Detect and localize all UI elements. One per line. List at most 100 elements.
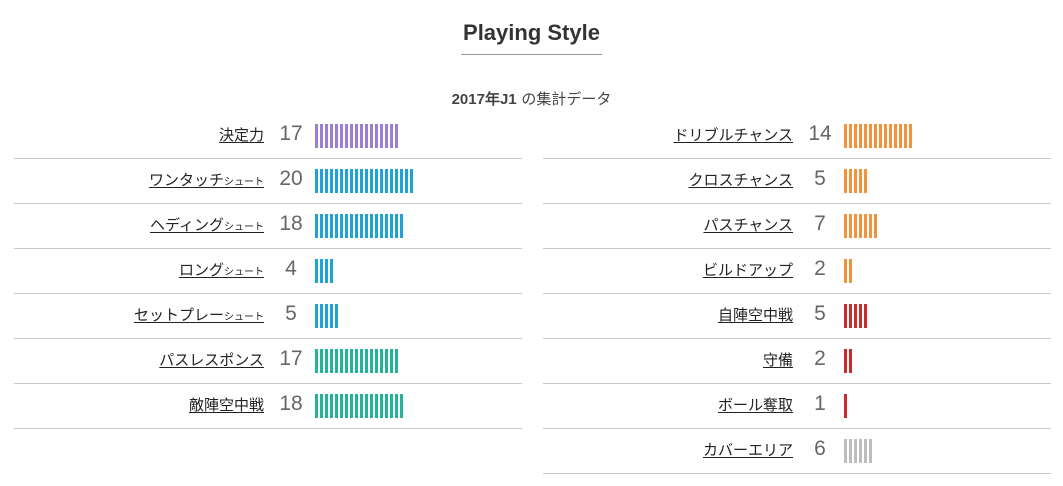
bar-segment: [849, 214, 852, 238]
bar-segment: [849, 259, 852, 283]
stat-label-text: ボール奪取: [717, 396, 793, 414]
stat-bar: [315, 124, 398, 148]
bar-segment: [864, 124, 867, 148]
stat-label-text: クロスチャンス: [688, 171, 793, 189]
stat-label-text: 自陣空中戦: [717, 306, 793, 324]
stat-label-link[interactable]: ビルドアップ: [703, 259, 793, 280]
bar-segment: [375, 124, 378, 148]
bar-segment: [355, 214, 358, 238]
stat-row: ロングシュート 4: [14, 249, 522, 294]
subtitle-text: の集計データ: [516, 90, 612, 108]
bar-segment: [350, 349, 353, 373]
stat-row: 自陣空中戦 5: [543, 294, 1051, 339]
bar-segment: [375, 394, 378, 418]
stat-bar: [315, 259, 333, 283]
stat-row: ワンタッチシュート 20: [14, 159, 522, 204]
bar-segment: [400, 169, 403, 193]
bar-segment: [315, 214, 318, 238]
stat-label-link[interactable]: 敵陣空中戦: [189, 394, 264, 415]
bar-segment: [335, 214, 338, 238]
bar-segment: [355, 169, 358, 193]
stat-label-link[interactable]: ヘディングシュート: [150, 214, 264, 235]
bar-segment: [335, 169, 338, 193]
bar-segment: [380, 349, 383, 373]
bar-segment: [340, 214, 343, 238]
stat-label-text: ドリブルチャンス: [673, 126, 793, 144]
stat-label-link[interactable]: ロングシュート: [179, 259, 264, 280]
stat-bar: [315, 169, 413, 193]
stat-bar: [844, 349, 852, 373]
stat-label-suffix: シュート: [224, 312, 264, 323]
bar-segment: [365, 124, 368, 148]
bar-segment: [315, 349, 318, 373]
bar-segment: [350, 394, 353, 418]
stat-label-link[interactable]: 自陣空中戦: [718, 304, 793, 325]
bar-segment: [400, 214, 403, 238]
bar-segment: [345, 214, 348, 238]
bar-segment: [365, 214, 368, 238]
bar-segment: [355, 349, 358, 373]
bar-segment: [345, 394, 348, 418]
stat-label-link[interactable]: ドリブルチャンス: [673, 124, 793, 145]
stat-row: ビルドアップ 2: [543, 249, 1051, 294]
stat-label-link[interactable]: セットプレーシュート: [134, 304, 264, 325]
stat-row: カバーエリア 6: [543, 429, 1051, 474]
bar-segment: [330, 169, 333, 193]
stat-label-text: パスレスポンス: [159, 351, 264, 369]
stat-row: クロスチャンス 5: [543, 159, 1051, 204]
stat-label-text: ワンタッチ: [148, 171, 224, 189]
stat-label-link[interactable]: パスレスポンス: [159, 349, 264, 370]
bar-segment: [849, 124, 852, 148]
stat-value: 17: [279, 122, 303, 145]
bar-segment: [320, 214, 323, 238]
stat-label-text: 守備: [762, 351, 793, 369]
stat-label-link[interactable]: パスチャンス: [703, 214, 793, 235]
bar-segment: [335, 349, 338, 373]
bar-segment: [350, 169, 353, 193]
bar-segment: [844, 124, 847, 148]
stat-bar: [315, 304, 338, 328]
stat-label-link[interactable]: クロスチャンス: [688, 169, 793, 190]
stat-label-link[interactable]: 守備: [763, 349, 793, 370]
bar-segment: [375, 169, 378, 193]
bar-segment: [325, 304, 328, 328]
bar-segment: [859, 169, 862, 193]
stat-bar: [844, 259, 852, 283]
stat-value: 4: [285, 257, 297, 280]
bar-segment: [385, 124, 388, 148]
bar-segment: [325, 169, 328, 193]
stat-label-link[interactable]: カバーエリア: [703, 439, 793, 460]
bar-segment: [864, 169, 867, 193]
bar-segment: [390, 349, 393, 373]
bar-segment: [315, 169, 318, 193]
bar-segment: [355, 124, 358, 148]
stat-row: ヘディングシュート 18: [14, 204, 522, 249]
bar-segment: [869, 439, 872, 463]
stat-label-text: 決定力: [218, 126, 264, 144]
stat-value: 5: [285, 302, 297, 325]
stat-value: 18: [279, 212, 303, 235]
bar-segment: [335, 304, 338, 328]
bar-segment: [330, 304, 333, 328]
bar-segment: [320, 124, 323, 148]
stat-value: 2: [814, 347, 826, 370]
bar-segment: [854, 214, 857, 238]
bar-segment: [315, 394, 318, 418]
bar-segment: [340, 349, 343, 373]
bar-segment: [340, 169, 343, 193]
bar-segment: [315, 304, 318, 328]
stat-label-text: セットプレー: [133, 306, 224, 324]
bar-segment: [844, 214, 847, 238]
bar-segment: [854, 304, 857, 328]
bar-segment: [380, 169, 383, 193]
bar-segment: [859, 124, 862, 148]
stat-label-link[interactable]: ボール奪取: [718, 394, 793, 415]
bar-segment: [395, 349, 398, 373]
bar-segment: [330, 259, 333, 283]
stat-label-link[interactable]: ワンタッチシュート: [149, 169, 264, 190]
stat-row: 守備 2: [543, 339, 1051, 384]
stat-value: 18: [279, 392, 303, 415]
stat-label-link[interactable]: 決定力: [219, 124, 264, 145]
bar-segment: [879, 124, 882, 148]
bar-segment: [844, 304, 847, 328]
